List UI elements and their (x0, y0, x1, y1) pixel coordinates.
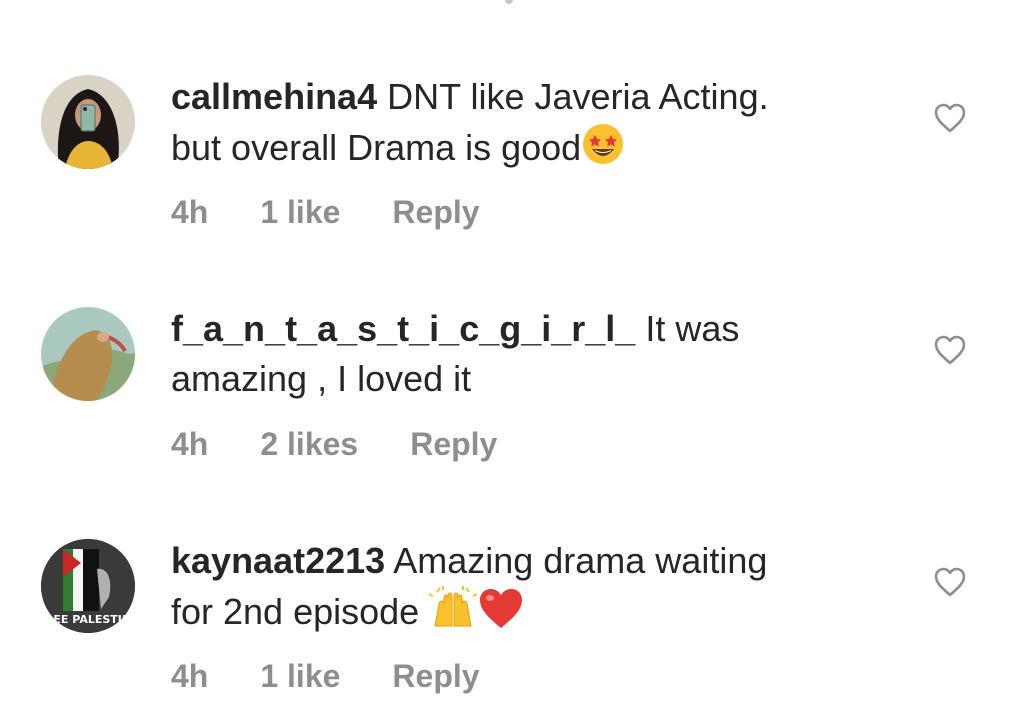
comment-time: 4h (171, 658, 209, 694)
raising-hands-emoji-icon (428, 586, 478, 643)
comment-body-line2: amazing , I loved it (171, 358, 472, 399)
comment-body-line1: Amazing drama waiting (385, 540, 768, 581)
comment-likes-count[interactable]: 1 like (260, 654, 340, 698)
avatar[interactable] (41, 307, 135, 401)
avatar[interactable]: FREE PALESTINE (41, 539, 135, 633)
red-heart-emoji-icon (477, 586, 525, 643)
reply-button[interactable]: Reply (392, 190, 479, 234)
comment-username[interactable]: kaynaat2213 (171, 540, 385, 581)
scroll-indicator-dot (505, 0, 513, 4)
comment-meta: 4h 1 like Reply (171, 190, 480, 234)
heart-icon[interactable] (933, 334, 967, 366)
comment-time: 4h (171, 194, 209, 230)
comment-text: kaynaat2213 Amazing drama waiting for 2n… (171, 536, 891, 643)
heart-icon[interactable] (933, 102, 967, 134)
comment-meta: 4h 2 likes Reply (171, 422, 497, 466)
heart-icon[interactable] (933, 566, 967, 598)
comment-body-line2: for 2nd episode (171, 591, 430, 632)
comment-text: callmehina4 DNT like Javeria Acting. but… (171, 72, 891, 179)
reply-button[interactable]: Reply (410, 422, 497, 466)
avatar[interactable] (41, 75, 135, 169)
star-struck-emoji-icon (581, 122, 625, 179)
comment-meta: 4h 1 like Reply (171, 654, 480, 698)
comment-body-line2: but overall Drama is good (171, 127, 582, 168)
reply-button[interactable]: Reply (392, 654, 479, 698)
avatar-text: FREE PALESTINE (41, 613, 135, 626)
comment-text: f_a_n_t_a_s_t_i_c_g_i_r_l_ It was amazin… (171, 304, 891, 404)
comment-likes-count[interactable]: 1 like (260, 190, 340, 234)
comment-body-line1: DNT like Javeria Acting. (377, 76, 769, 117)
comment-username[interactable]: callmehina4 (171, 76, 377, 117)
comment-likes-count[interactable]: 2 likes (260, 422, 358, 466)
comment-username[interactable]: f_a_n_t_a_s_t_i_c_g_i_r_l_ (171, 308, 635, 349)
comment-body-line1: It was (635, 308, 740, 349)
comment-time: 4h (171, 426, 209, 462)
